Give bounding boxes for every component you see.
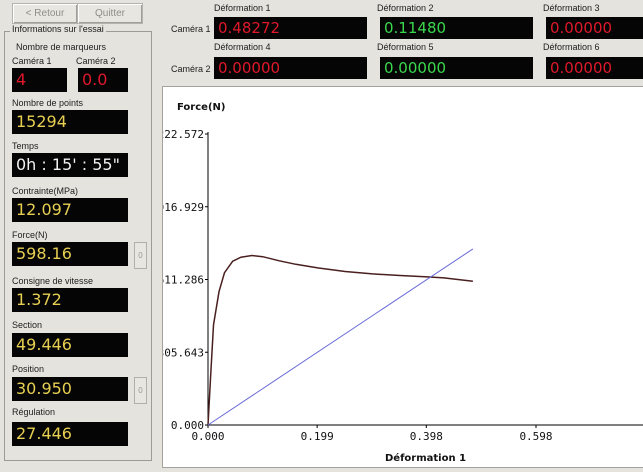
camera1-row-label: Caméra 1 — [171, 24, 211, 34]
chart-y-tick-label: 305.643 — [163, 346, 204, 359]
chart-x-tick-label: 0.199 — [301, 430, 334, 443]
stress-display: 12.097 — [12, 198, 128, 222]
info-panel-title: Informations sur l'essai — [10, 24, 106, 34]
speed-display: 1.372 — [12, 288, 128, 312]
chart-y-tick-label: 916.929 — [163, 201, 204, 214]
position-display: 30.950 — [12, 377, 128, 401]
back-button[interactable]: < Retour — [12, 3, 78, 24]
stress-label: Contrainte(MPa) — [12, 186, 79, 196]
chart-linear-curve — [207, 248, 474, 426]
camera2-marker-count: 0.0 — [78, 68, 128, 92]
chart-x-tick-label: 0.000 — [191, 430, 224, 443]
position-zero-button[interactable]: 0 — [134, 377, 147, 404]
deformation6-label: Déformation 6 — [543, 42, 600, 52]
section-label: Section — [12, 320, 43, 330]
time-display: 0h : 15' : 55" — [12, 153, 128, 177]
deformation6-display: 0.00000 — [546, 57, 643, 79]
chart-x-axis-label: Déformation 1 — [385, 452, 466, 464]
deformation3-display: 0.00000 — [546, 17, 643, 39]
deformation3-label: Déformation 3 — [543, 3, 600, 13]
speed-label: Consigne de vitesse — [12, 276, 94, 286]
chart-y-tick-label: 611.286 — [163, 274, 204, 287]
force-label: Force(N) — [12, 230, 48, 240]
section-display: 49.446 — [12, 333, 128, 357]
points-label: Nombre de points — [12, 98, 84, 108]
force-zero-button[interactable]: 0 — [134, 242, 147, 269]
deformation2-display: 0.11480 — [380, 17, 533, 39]
deformation2-label: Déformation 2 — [377, 3, 434, 13]
time-label: Temps — [12, 141, 39, 151]
deformation5-label: Déformation 5 — [377, 42, 434, 52]
position-label: Position — [12, 364, 45, 374]
camera2-row-label: Caméra 2 — [171, 64, 211, 74]
chart-x-tick-label: 0.598 — [519, 430, 552, 443]
regulation-display: 27.446 — [12, 422, 128, 446]
chart-x-tick-label: 0.398 — [410, 430, 443, 443]
force-deformation-chart: Force(N) Déformation 1 0.000 305.643 611.2… — [151, 86, 643, 468]
chart-svg: Force(N) Déformation 1 0.000 305.643 611.2… — [151, 102, 643, 464]
force-display: 598.16 — [12, 242, 128, 266]
camera1-marker-count: 4 — [12, 68, 67, 92]
chart-y-tick-label: 1222.572 — [163, 128, 204, 141]
chart-y-axis-label: Force(N) — [177, 102, 225, 113]
marker-count-label: Nombre de marqueurs — [16, 42, 107, 52]
deformation1-label: Déformation 1 — [214, 3, 271, 13]
chart-force-curve — [207, 254, 473, 426]
regulation-label: Régulation — [12, 407, 56, 417]
deformation5-display: 0.00000 — [380, 57, 533, 79]
points-display: 15294 — [12, 110, 128, 134]
deformation4-display: 0.00000 — [214, 57, 367, 79]
camera2-label: Caméra 2 — [76, 56, 116, 66]
deformation4-label: Déformation 4 — [214, 42, 271, 52]
camera1-label: Caméra 1 — [12, 56, 52, 66]
quit-button[interactable]: Quitter — [77, 3, 143, 24]
deformation1-display: 0.48272 — [214, 17, 367, 39]
